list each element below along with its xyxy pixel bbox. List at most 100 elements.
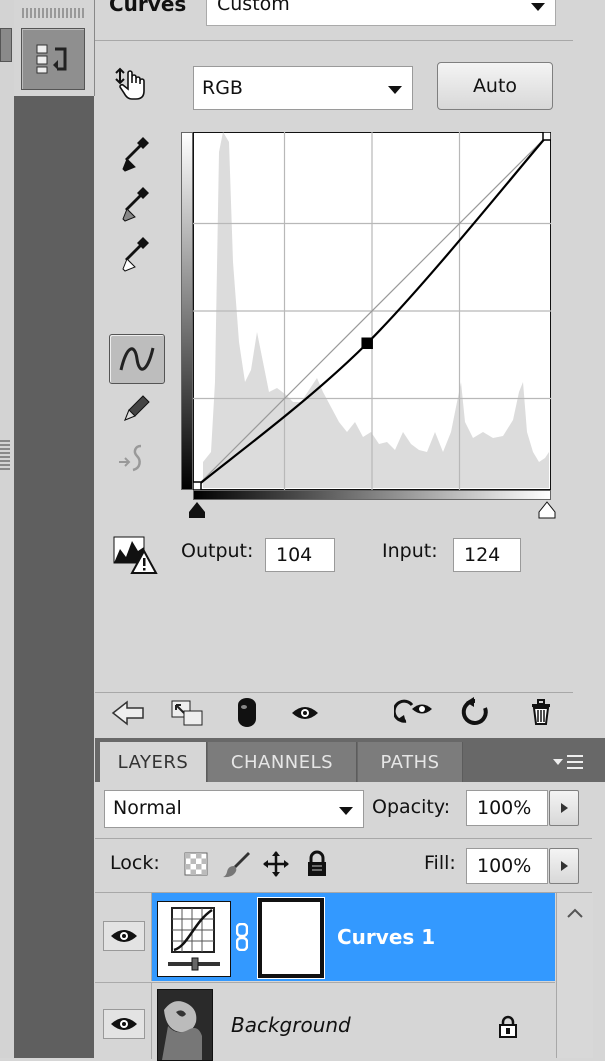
- preset-label: Curves: [109, 0, 187, 16]
- chevron-right-icon: [561, 803, 568, 813]
- output-label: Output:: [181, 540, 254, 562]
- layers-scrollbar[interactable]: [556, 893, 593, 1058]
- clip-layer-icon: [238, 698, 256, 727]
- view-previous-state-button[interactable]: [391, 696, 437, 728]
- input-field[interactable]: 124: [453, 538, 521, 572]
- arrow-left-icon: [111, 700, 144, 726]
- chevron-down-icon: [531, 3, 545, 11]
- mask-link-icon[interactable]: [233, 921, 251, 953]
- opacity-field[interactable]: 100%: [466, 790, 548, 826]
- curve-endpoint[interactable]: [542, 131, 552, 141]
- eyedropper-white-icon: [122, 237, 149, 272]
- back-to-list-button[interactable]: [109, 698, 147, 728]
- expand-view-icon: [171, 700, 203, 726]
- layer-lock-indicator: [495, 1013, 521, 1041]
- curves-graph[interactable]: [192, 131, 552, 491]
- black-slider-icon: [189, 502, 205, 518]
- on-image-adjust-tool[interactable]: [111, 62, 157, 108]
- panel-grip[interactable]: [0, 440, 10, 470]
- eye-previous-icon: [394, 699, 432, 723]
- expanded-view-button[interactable]: [167, 698, 207, 728]
- white-point-eyedropper[interactable]: [115, 230, 155, 280]
- eye-icon: [111, 1018, 137, 1030]
- clipping-warning-button[interactable]: [111, 532, 159, 576]
- lock-all-button[interactable]: [302, 848, 332, 880]
- preset-value: Custom: [217, 0, 290, 15]
- tab-channels[interactable]: CHANNELS: [208, 742, 357, 782]
- layer-visibility-toggle[interactable]: [103, 921, 145, 951]
- curve-tool-icon: [119, 347, 155, 371]
- chevron-up-icon: [567, 908, 583, 918]
- curve-endpoint[interactable]: [192, 481, 202, 491]
- channel-value: RGB: [202, 77, 243, 99]
- opacity-label: Opacity:: [372, 796, 451, 818]
- layer-mask-thumbnail[interactable]: [257, 897, 325, 979]
- history-panel-button[interactable]: [21, 28, 85, 90]
- adjustments-panel: Curves Custom RGB Auto Output: 104 Input…: [95, 0, 605, 738]
- output-field[interactable]: 104: [265, 538, 335, 572]
- chevron-down-icon: [388, 86, 402, 94]
- toggle-visibility-button[interactable]: [285, 700, 325, 726]
- input-gradient-bar: [193, 490, 551, 500]
- layer-name-curves[interactable]: Curves 1: [337, 925, 435, 949]
- white-slider-icon: [538, 501, 556, 519]
- opacity-slider-button[interactable]: [549, 790, 579, 826]
- white-input-slider[interactable]: [537, 500, 557, 525]
- lock-icon: [499, 1015, 517, 1038]
- chevron-down-icon: [339, 807, 353, 815]
- histogram-warning-icon: [113, 536, 158, 574]
- curve-points-tool[interactable]: [109, 334, 165, 384]
- dock-column: [14, 0, 94, 1058]
- trash-icon: [532, 699, 550, 725]
- lock-label: Lock:: [110, 852, 160, 874]
- divider: [95, 838, 592, 839]
- reset-icon: [461, 697, 488, 725]
- hand-target-icon: [115, 67, 145, 100]
- eyedropper-black-icon: [122, 137, 149, 172]
- clip-to-layer-button[interactable]: [227, 696, 267, 730]
- panel-menu-icon: [553, 755, 583, 769]
- blend-mode-dropdown[interactable]: Normal: [104, 790, 364, 828]
- layer-name-background[interactable]: Background: [231, 1013, 351, 1037]
- layer-row-curves[interactable]: Curves 1: [95, 893, 555, 981]
- preset-dropdown[interactable]: Custom: [206, 0, 556, 26]
- auto-button[interactable]: Auto: [437, 62, 553, 110]
- smooth-curve-button[interactable]: [115, 440, 155, 480]
- lock-position-button[interactable]: [260, 848, 292, 880]
- adjustment-thumbnail: [157, 901, 231, 977]
- photo-thumbnail: [158, 990, 212, 1060]
- black-point-eyedropper[interactable]: [115, 130, 155, 180]
- pencil-icon: [124, 395, 150, 421]
- gray-point-eyedropper[interactable]: [115, 180, 155, 230]
- channel-dropdown[interactable]: RGB: [193, 66, 413, 110]
- fill-field[interactable]: 100%: [466, 848, 548, 884]
- tab-layers[interactable]: LAYERS: [100, 742, 207, 782]
- reset-button[interactable]: [455, 696, 495, 728]
- fill-slider-button[interactable]: [549, 848, 579, 884]
- checkerboard-icon: [184, 852, 208, 876]
- output-gradient-bar: [181, 132, 193, 490]
- input-label: Input:: [382, 540, 438, 562]
- collapsed-panel-button[interactable]: [0, 28, 12, 62]
- layer-thumbnail: [157, 989, 213, 1061]
- layer-row-background[interactable]: Background: [95, 982, 555, 1061]
- fill-label: Fill:: [424, 852, 456, 874]
- blend-mode-value: Normal: [113, 797, 182, 819]
- pencil-draw-tool[interactable]: [115, 390, 155, 430]
- lock-icon: [308, 850, 326, 876]
- curve-control-point[interactable]: [361, 337, 373, 350]
- delete-adjustment-button[interactable]: [523, 696, 559, 728]
- panel-menu-button[interactable]: [548, 748, 588, 776]
- smooth-icon: [119, 444, 142, 472]
- lock-transparency-button[interactable]: [182, 850, 210, 878]
- layer-visibility-toggle[interactable]: [103, 1009, 145, 1039]
- scroll-up-button[interactable]: [563, 903, 587, 923]
- tab-paths[interactable]: PATHS: [358, 742, 463, 782]
- brush-icon: [223, 852, 250, 878]
- mask-fill: [262, 902, 320, 974]
- divider: [95, 692, 573, 693]
- dock-grip[interactable]: [22, 8, 84, 18]
- divider: [95, 40, 573, 41]
- black-input-slider[interactable]: [187, 500, 207, 525]
- lock-pixels-button[interactable]: [220, 848, 252, 880]
